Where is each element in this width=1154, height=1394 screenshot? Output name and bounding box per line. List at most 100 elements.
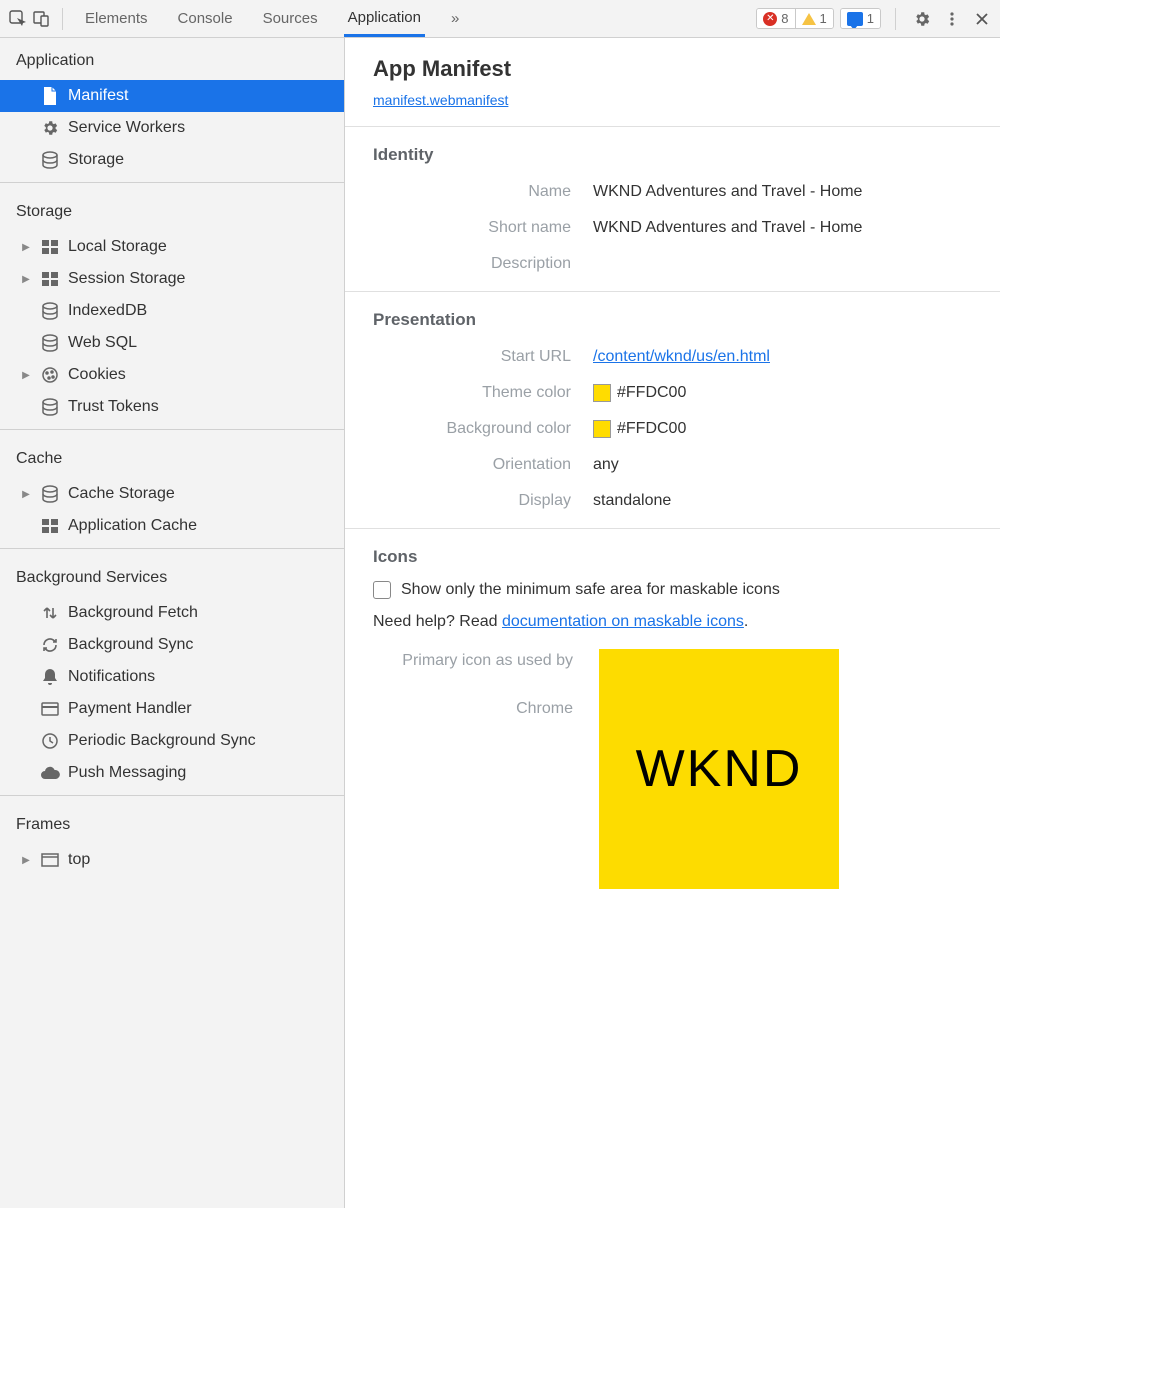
tab-elements[interactable]: Elements — [81, 0, 152, 37]
separator — [345, 126, 1000, 127]
expand-icon[interactable]: ▶ — [20, 489, 32, 500]
sidebar-item-push-messaging[interactable]: Push Messaging — [0, 757, 344, 789]
sidebar-item-manifest[interactable]: Manifest — [0, 80, 344, 112]
theme-color-swatch — [593, 384, 611, 402]
grid-icon — [40, 269, 60, 289]
warnings-badge[interactable]: 1 — [795, 9, 833, 28]
label-bg-color: Background color — [373, 420, 593, 438]
errors-badge[interactable]: ✕ 8 — [757, 9, 794, 28]
sidebar-item-service-workers[interactable]: Service Workers — [0, 112, 344, 144]
sidebar-item-label: Storage — [68, 151, 124, 169]
value-bg-color: #FFDC00 — [617, 420, 686, 438]
separator — [345, 291, 1000, 292]
sidebar-item-background-fetch[interactable]: Background Fetch — [0, 597, 344, 629]
sidebar-item-periodic-bg-sync[interactable]: Periodic Background Sync — [0, 725, 344, 757]
sidebar-item-label: Service Workers — [68, 119, 185, 137]
errors-count: 8 — [781, 11, 788, 26]
sidebar-item-session-storage[interactable]: ▶ Session Storage — [0, 263, 344, 295]
primary-icon-label: Primary icon as used by Chrome — [373, 649, 573, 889]
warnings-count: 1 — [820, 11, 827, 26]
application-sidebar: Application Manifest Service Workers Sto… — [0, 38, 345, 1208]
row-short-name: Short name WKND Adventures and Travel - … — [373, 219, 972, 237]
sidebar-item-websql[interactable]: Web SQL — [0, 327, 344, 359]
messages-count: 1 — [867, 11, 874, 26]
primary-icon-label-l1: Primary icon as used by — [402, 652, 573, 669]
devtools-toolbar: Elements Console Sources Application » ✕… — [0, 0, 1000, 38]
value-orientation: any — [593, 456, 619, 474]
sidebar-item-trust-tokens[interactable]: Trust Tokens — [0, 391, 344, 423]
expand-icon[interactable]: ▶ — [20, 855, 32, 866]
sidebar-item-frame-top[interactable]: ▶ top — [0, 844, 344, 876]
sidebar-item-indexeddb[interactable]: IndexedDB — [0, 295, 344, 327]
kebab-menu-icon[interactable] — [940, 7, 964, 31]
card-icon — [40, 699, 60, 719]
sidebar-item-application-cache[interactable]: Application Cache — [0, 510, 344, 542]
close-icon[interactable] — [970, 7, 994, 31]
sidebar-item-label: Cache Storage — [68, 485, 175, 503]
sidebar-item-label: top — [68, 851, 90, 869]
sidebar-separator — [0, 795, 344, 796]
label-orientation: Orientation — [373, 456, 593, 474]
database-icon — [40, 397, 60, 417]
sidebar-item-label: Cookies — [68, 366, 126, 384]
bell-icon — [40, 667, 60, 687]
messages-badge-group[interactable]: 1 — [840, 8, 881, 29]
label-start-url: Start URL — [373, 348, 593, 366]
maskable-checkbox-label: Show only the minimum safe area for mask… — [401, 581, 780, 599]
sidebar-group-cache: Cache — [0, 436, 344, 478]
value-start-url[interactable]: /content/wknd/us/en.html — [593, 348, 770, 366]
maskable-docs-link[interactable]: documentation on maskable icons — [502, 613, 744, 630]
help-suffix: . — [744, 613, 748, 630]
label-theme-color: Theme color — [373, 384, 593, 402]
bg-color-swatch — [593, 420, 611, 438]
expand-icon[interactable]: ▶ — [20, 242, 32, 253]
database-icon — [40, 484, 60, 504]
sidebar-item-label: IndexedDB — [68, 302, 147, 320]
maskable-checkbox-row[interactable]: Show only the minimum safe area for mask… — [373, 581, 972, 599]
tab-sources[interactable]: Sources — [259, 0, 322, 37]
maskable-help-text: Need help? Read documentation on maskabl… — [373, 613, 972, 631]
value-name: WKND Adventures and Travel - Home — [593, 183, 862, 201]
expand-icon[interactable]: ▶ — [20, 274, 32, 285]
messages-badge[interactable]: 1 — [841, 9, 880, 28]
grid-icon — [40, 237, 60, 257]
sidebar-group-application: Application — [0, 38, 344, 80]
value-theme-color: #FFDC00 — [617, 384, 686, 402]
issue-badges[interactable]: ✕ 8 1 — [756, 8, 833, 29]
gear-icon — [40, 118, 60, 138]
sidebar-item-label: Periodic Background Sync — [68, 732, 256, 750]
row-start-url: Start URL /content/wknd/us/en.html — [373, 348, 972, 366]
tab-console[interactable]: Console — [174, 0, 237, 37]
toolbar-separator — [895, 8, 896, 30]
maskable-checkbox[interactable] — [373, 581, 391, 599]
presentation-heading: Presentation — [373, 310, 972, 330]
warning-icon — [802, 13, 816, 25]
expand-icon[interactable]: ▶ — [20, 370, 32, 381]
sidebar-item-payment-handler[interactable]: Payment Handler — [0, 693, 344, 725]
sidebar-separator — [0, 429, 344, 430]
tab-application[interactable]: Application — [344, 0, 425, 37]
device-toggle-icon[interactable] — [30, 7, 54, 31]
database-icon — [40, 150, 60, 170]
sidebar-item-storage[interactable]: Storage — [0, 144, 344, 176]
label-description: Description — [373, 255, 593, 273]
cookie-icon — [40, 365, 60, 385]
sidebar-item-label: Web SQL — [68, 334, 137, 352]
settings-icon[interactable] — [910, 7, 934, 31]
sidebar-item-local-storage[interactable]: ▶ Local Storage — [0, 231, 344, 263]
sidebar-item-background-sync[interactable]: Background Sync — [0, 629, 344, 661]
sidebar-separator — [0, 548, 344, 549]
sidebar-item-cache-storage[interactable]: ▶ Cache Storage — [0, 478, 344, 510]
row-display: Display standalone — [373, 492, 972, 510]
row-theme-color: Theme color #FFDC00 — [373, 384, 972, 402]
row-bg-color: Background color #FFDC00 — [373, 420, 972, 438]
tab-overflow[interactable]: » — [447, 0, 463, 37]
manifest-file-link[interactable]: manifest.webmanifest — [373, 92, 508, 108]
sidebar-item-cookies[interactable]: ▶ Cookies — [0, 359, 344, 391]
inspect-icon[interactable] — [6, 7, 30, 31]
clock-icon — [40, 731, 60, 751]
sidebar-item-label: Background Sync — [68, 636, 193, 654]
file-icon — [40, 86, 60, 106]
sidebar-item-notifications[interactable]: Notifications — [0, 661, 344, 693]
panel-tabs: Elements Console Sources Application » — [81, 0, 463, 37]
